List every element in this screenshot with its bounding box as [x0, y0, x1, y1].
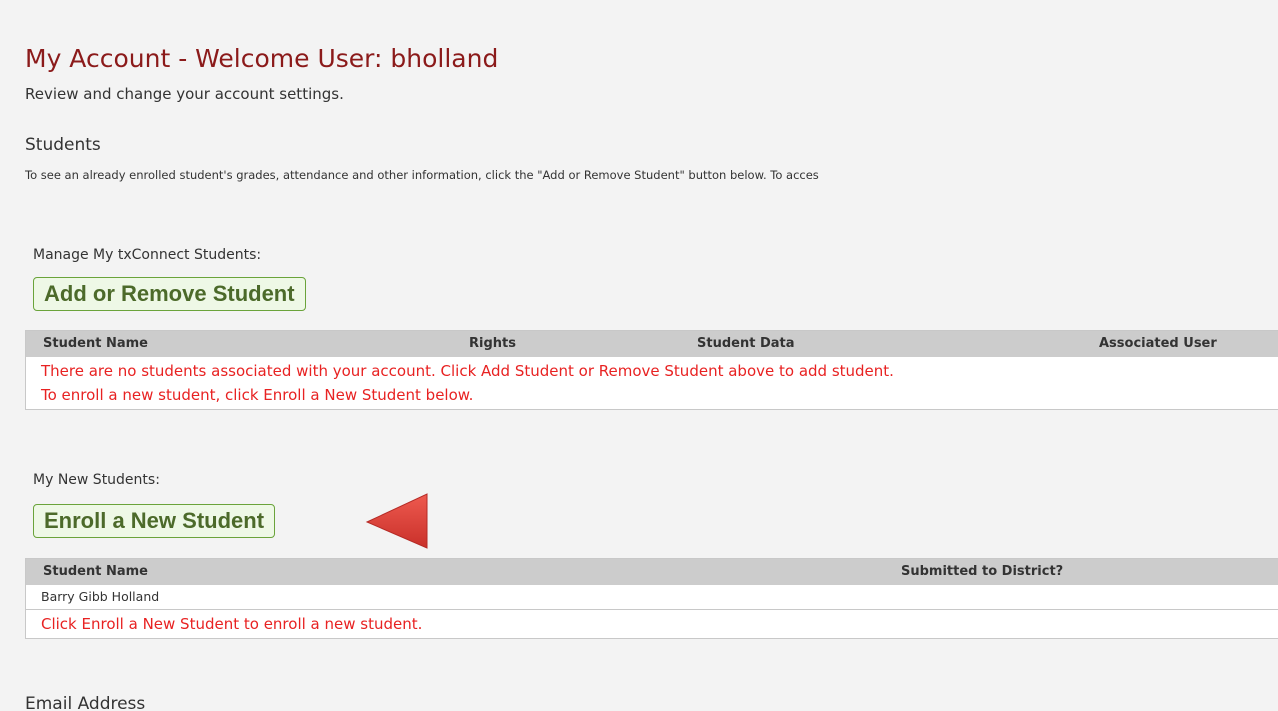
table-row[interactable]: Barry Gibb Holland — [26, 585, 1278, 610]
page-title: My Account - Welcome User: bholland — [25, 44, 499, 73]
email-address-heading: Email Address — [25, 694, 146, 711]
new-students-label: My New Students: — [33, 472, 160, 488]
students-heading: Students — [25, 135, 101, 155]
no-students-message: There are no students associated with yo… — [26, 357, 1278, 409]
manage-students-table: Student Name Rights Student Data Associa… — [25, 330, 1278, 410]
students-description: To see an already enrolled student's gra… — [25, 168, 819, 182]
no-students-message-line2: To enroll a new student, click Enroll a … — [41, 386, 474, 404]
enroll-new-student-button[interactable]: Enroll a New Student — [33, 504, 276, 538]
column-submitted-to-district[interactable]: Submitted to District? — [901, 564, 1063, 579]
column-student-name[interactable]: Student Name — [43, 564, 148, 579]
new-students-table: Student Name Submitted to District? Barr… — [25, 558, 1278, 639]
add-or-remove-student-button[interactable]: Add or Remove Student — [33, 277, 306, 311]
page-subtitle: Review and change your account settings. — [25, 85, 344, 103]
manage-students-table-header: Student Name Rights Student Data Associa… — [26, 331, 1278, 357]
new-students-table-header: Student Name Submitted to District? — [26, 559, 1278, 585]
pointer-arrow-icon — [365, 493, 428, 549]
column-rights[interactable]: Rights — [469, 336, 516, 351]
manage-students-label: Manage My txConnect Students: — [33, 247, 262, 263]
enroll-hint-message: Click Enroll a New Student to enroll a n… — [41, 615, 423, 633]
column-student-data[interactable]: Student Data — [697, 336, 795, 351]
no-students-message-line1: There are no students associated with yo… — [41, 362, 894, 380]
student-name-cell[interactable]: Barry Gibb Holland — [41, 589, 159, 604]
column-student-name[interactable]: Student Name — [43, 336, 148, 351]
column-associated-user[interactable]: Associated User — [1099, 336, 1217, 351]
my-account-page: My Account - Welcome User: bholland Revi… — [0, 0, 1278, 711]
